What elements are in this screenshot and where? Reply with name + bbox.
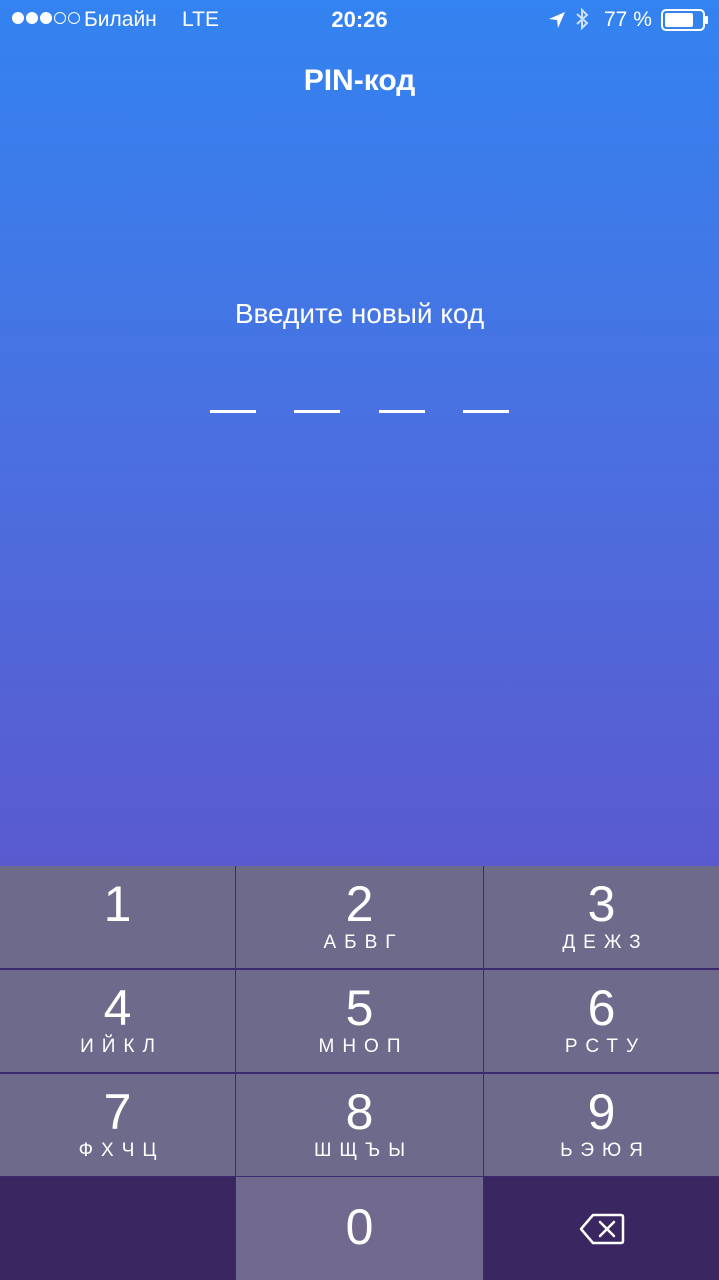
delete-button[interactable]: [484, 1177, 719, 1280]
key-4[interactable]: 4 ИЙКЛ: [0, 970, 235, 1072]
key-letters: РСТУ: [564, 1036, 647, 1057]
key-letters: АБВГ: [323, 932, 404, 953]
key-letters: ДЕЖЗ: [562, 932, 649, 953]
location-arrow-icon: [549, 12, 565, 28]
pin-entry-field: [210, 410, 510, 420]
key-digit: 5: [345, 980, 374, 1036]
key-letters: ИЙКЛ: [80, 1036, 163, 1057]
key-digit: 1: [103, 876, 132, 932]
key-digit: 8: [345, 1084, 374, 1140]
key-digit: 6: [587, 980, 616, 1036]
key-2[interactable]: 2 АБВГ: [236, 866, 483, 968]
key-5[interactable]: 5 МНОП: [236, 970, 483, 1072]
key-6[interactable]: 6 РСТУ: [484, 970, 719, 1072]
key-1[interactable]: 1: [0, 866, 235, 968]
key-letters: МНОП: [318, 1036, 409, 1057]
page-title: PIN-код: [303, 64, 416, 97]
key-letters: ЬЭЮЯ: [560, 1140, 651, 1161]
pin-slot: [294, 410, 340, 413]
pin-slot: [463, 410, 509, 413]
status-bar: Билайн LTE 20:26 77 %: [0, 0, 719, 40]
pin-screen: Билайн LTE 20:26 77 % PIN-код Введите но…: [0, 0, 719, 866]
key-3[interactable]: 3 ДЕЖЗ: [484, 866, 719, 968]
key-9[interactable]: 9 ЬЭЮЯ: [484, 1074, 719, 1176]
key-digit: 4: [103, 980, 132, 1036]
key-8[interactable]: 8 ШЩЪЫ: [236, 1074, 483, 1176]
bluetooth-icon: [576, 7, 589, 31]
key-digit: 9: [587, 1084, 616, 1140]
pin-slot: [379, 410, 425, 413]
key-empty: [0, 1177, 235, 1280]
key-digit: 2: [345, 876, 374, 932]
key-digit: 7: [103, 1084, 132, 1140]
key-letters: ФХЧЦ: [78, 1140, 165, 1161]
key-digit: 0: [345, 1199, 374, 1255]
numeric-keypad: 1 2 АБВГ 3 ДЕЖЗ 4 ИЙКЛ 5 МНОП 6 РСТУ 7 Ф…: [0, 866, 719, 1280]
pin-prompt: Введите новый код: [234, 298, 485, 329]
key-0[interactable]: 0: [236, 1177, 483, 1280]
pin-slot: [210, 410, 256, 413]
backspace-icon: [579, 1213, 624, 1244]
key-7[interactable]: 7 ФХЧЦ: [0, 1074, 235, 1176]
battery-icon: [661, 9, 708, 31]
key-letters: ШЩЪЫ: [313, 1140, 414, 1161]
key-digit: 3: [587, 876, 616, 932]
battery-percent: 77 %: [604, 8, 652, 31]
